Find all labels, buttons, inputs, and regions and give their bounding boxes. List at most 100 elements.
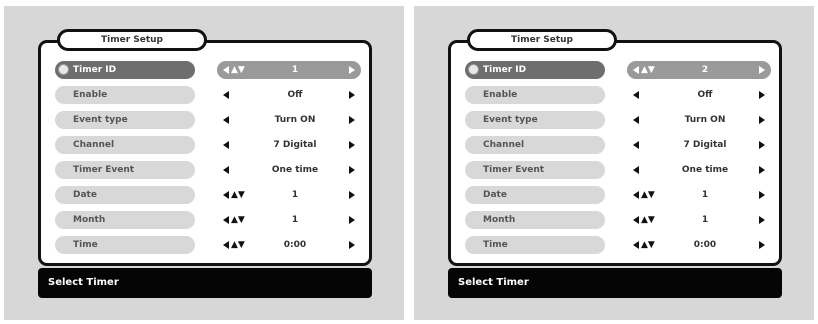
value-selector[interactable]: 7 Digital — [627, 136, 771, 154]
row-month[interactable]: Month ▲▼ 1 — [465, 211, 771, 229]
row-value: 0:00 — [693, 240, 717, 250]
row-month[interactable]: Month ▲▼ 1 — [55, 211, 361, 229]
row-channel[interactable]: Channel 7 Digital — [465, 136, 771, 154]
arrow-left-icon[interactable] — [633, 191, 639, 199]
row-event-type[interactable]: Event type Turn ON — [465, 111, 771, 129]
value-selector[interactable]: ▲▼ 1 — [217, 211, 361, 229]
arrow-right-icon[interactable] — [349, 166, 355, 174]
value-selector[interactable]: ▲▼ 2 — [627, 61, 771, 79]
timer-setup-screen-right: Timer Setup Timer ID ▲▼ 2 Enable Off Eve… — [414, 6, 814, 320]
row-channel[interactable]: Channel 7 Digital — [55, 136, 361, 154]
timer-setup-panel: Timer Setup Timer ID ▲▼ 1 Enable Off Eve… — [38, 29, 372, 266]
arrow-left-icon[interactable] — [223, 191, 229, 199]
arrow-right-icon[interactable] — [759, 91, 765, 99]
row-label: Event type — [465, 111, 605, 129]
row-event-type[interactable]: Event type Turn ON — [55, 111, 361, 129]
arrow-right-icon[interactable] — [759, 241, 765, 249]
row-date[interactable]: Date ▲▼ 1 — [465, 186, 771, 204]
row-value: Off — [287, 90, 303, 100]
row-value: One time — [681, 165, 729, 175]
value-selector[interactable]: Off — [627, 86, 771, 104]
value-selector[interactable]: Off — [217, 86, 361, 104]
arrow-left-icon[interactable] — [223, 116, 229, 124]
row-value: Off — [697, 90, 713, 100]
row-value: Turn ON — [684, 115, 726, 125]
arrow-right-icon[interactable] — [349, 91, 355, 99]
value-selector[interactable]: ▲▼ 1 — [217, 186, 361, 204]
status-bar: Select Timer — [448, 268, 782, 298]
up-down-icon: ▲▼ — [231, 215, 245, 225]
arrow-left-icon[interactable] — [223, 141, 229, 149]
arrow-left-icon[interactable] — [223, 166, 229, 174]
value-selector[interactable]: Turn ON — [627, 111, 771, 129]
arrow-left-icon[interactable] — [223, 241, 229, 249]
selection-dot-icon — [58, 64, 69, 75]
row-label: Time — [55, 236, 195, 254]
row-value: 1 — [291, 190, 299, 200]
row-label: Timer Event — [465, 161, 605, 179]
value-selector[interactable]: ▲▼ 1 — [627, 186, 771, 204]
arrow-right-icon[interactable] — [759, 141, 765, 149]
panel-title: Timer Setup — [57, 29, 207, 51]
arrow-right-icon[interactable] — [349, 241, 355, 249]
arrow-right-icon[interactable] — [349, 191, 355, 199]
row-label: Date — [465, 186, 605, 204]
up-down-icon: ▲▼ — [231, 240, 245, 250]
arrow-right-icon[interactable] — [759, 66, 765, 74]
row-timer-id[interactable]: Timer ID ▲▼ 2 — [465, 61, 771, 79]
row-label: Month — [465, 211, 605, 229]
row-value: One time — [271, 165, 319, 175]
arrow-left-icon[interactable] — [633, 166, 639, 174]
row-value: 2 — [701, 65, 709, 75]
arrow-right-icon[interactable] — [759, 216, 765, 224]
row-label: Timer ID — [465, 61, 605, 79]
arrow-left-icon[interactable] — [223, 66, 229, 74]
arrow-left-icon[interactable] — [633, 116, 639, 124]
value-selector[interactable]: 7 Digital — [217, 136, 361, 154]
row-label: Enable — [55, 86, 195, 104]
value-selector[interactable]: ▲▼ 1 — [217, 61, 361, 79]
value-selector[interactable]: One time — [217, 161, 361, 179]
value-selector[interactable]: One time — [627, 161, 771, 179]
arrow-right-icon[interactable] — [349, 116, 355, 124]
panel-title: Timer Setup — [467, 29, 617, 51]
row-label: Date — [55, 186, 195, 204]
row-value: 7 Digital — [683, 140, 727, 150]
arrow-right-icon[interactable] — [349, 141, 355, 149]
arrow-left-icon[interactable] — [633, 91, 639, 99]
row-enable[interactable]: Enable Off — [55, 86, 361, 104]
timer-setup-screen-left: Timer Setup Timer ID ▲▼ 1 Enable Off Eve… — [4, 6, 404, 320]
arrow-right-icon[interactable] — [349, 66, 355, 74]
up-down-icon: ▲▼ — [641, 215, 655, 225]
row-label: Channel — [55, 136, 195, 154]
arrow-right-icon[interactable] — [759, 116, 765, 124]
row-time[interactable]: Time ▲▼ 0:00 — [465, 236, 771, 254]
up-down-icon: ▲▼ — [231, 190, 245, 200]
row-label: Time — [465, 236, 605, 254]
row-time[interactable]: Time ▲▼ 0:00 — [55, 236, 361, 254]
arrow-right-icon[interactable] — [759, 166, 765, 174]
arrow-right-icon[interactable] — [759, 191, 765, 199]
screen-divider — [406, 0, 412, 324]
row-value: 1 — [291, 65, 299, 75]
arrow-left-icon[interactable] — [223, 91, 229, 99]
arrow-left-icon[interactable] — [633, 216, 639, 224]
arrow-left-icon[interactable] — [633, 241, 639, 249]
row-timer-event[interactable]: Timer Event One time — [465, 161, 771, 179]
up-down-icon: ▲▼ — [231, 65, 245, 75]
selection-dot-icon — [468, 64, 479, 75]
row-date[interactable]: Date ▲▼ 1 — [55, 186, 361, 204]
value-selector[interactable]: ▲▼ 0:00 — [217, 236, 361, 254]
row-timer-event[interactable]: Timer Event One time — [55, 161, 361, 179]
row-label: Timer Event — [55, 161, 195, 179]
row-value: 1 — [291, 215, 299, 225]
arrow-left-icon[interactable] — [633, 66, 639, 74]
row-timer-id[interactable]: Timer ID ▲▼ 1 — [55, 61, 361, 79]
arrow-right-icon[interactable] — [349, 216, 355, 224]
value-selector[interactable]: ▲▼ 1 — [627, 211, 771, 229]
row-enable[interactable]: Enable Off — [465, 86, 771, 104]
arrow-left-icon[interactable] — [223, 216, 229, 224]
arrow-left-icon[interactable] — [633, 141, 639, 149]
value-selector[interactable]: Turn ON — [217, 111, 361, 129]
value-selector[interactable]: ▲▼ 0:00 — [627, 236, 771, 254]
